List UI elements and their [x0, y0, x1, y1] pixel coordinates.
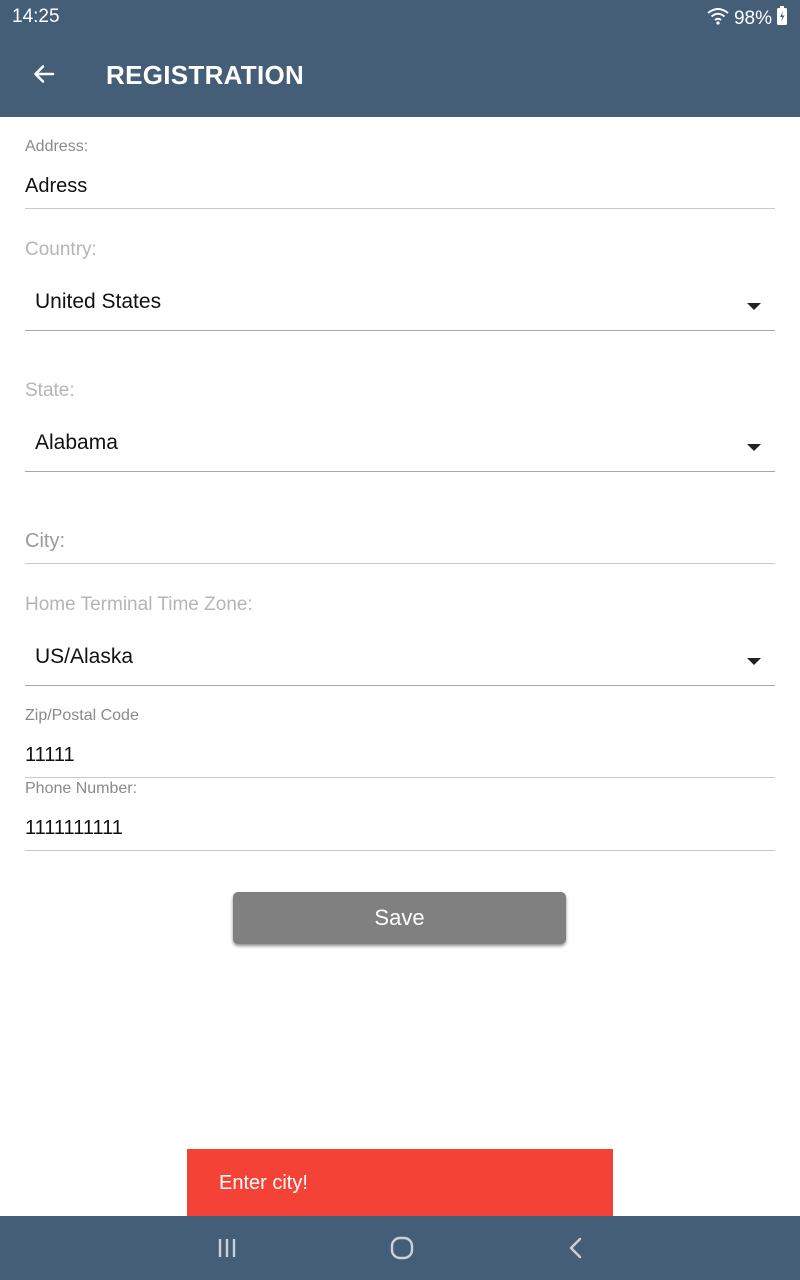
save-button[interactable]: Save — [233, 892, 566, 944]
recents-button[interactable] — [207, 1230, 247, 1270]
timezone-label: Home Terminal Time Zone: — [25, 594, 253, 615]
zip-label: Zip/Postal Code — [25, 707, 139, 724]
app-bar: REGISTRATION — [0, 34, 800, 117]
phone-value: 1111111111 — [25, 817, 123, 839]
country-label: Country: — [25, 239, 97, 260]
country-select[interactable]: United States — [25, 281, 775, 331]
nav-back-icon — [564, 1236, 588, 1265]
state-value: Alabama — [35, 431, 118, 454]
zip-field[interactable]: 11111 — [25, 744, 775, 778]
back-arrow-icon — [32, 62, 56, 91]
error-toast: Enter city! — [187, 1149, 613, 1217]
city-field[interactable]: City: — [25, 530, 775, 564]
status-bar: 14:25 98% — [0, 0, 800, 34]
country-value: United States — [35, 290, 162, 313]
address-field[interactable]: Adress — [25, 175, 775, 209]
caret-down-icon — [747, 303, 761, 310]
state-select[interactable]: Alabama — [25, 422, 775, 472]
timezone-select[interactable]: US/Alaska — [25, 636, 775, 686]
timezone-value: US/Alaska — [35, 645, 134, 668]
address-value: Adress — [25, 175, 88, 197]
wifi-icon — [706, 7, 730, 31]
nav-back-button[interactable] — [556, 1230, 596, 1270]
phone-label: Phone Number: — [25, 780, 138, 797]
phone-field[interactable]: 1111111111 — [25, 817, 775, 851]
system-nav-bar — [0, 1216, 800, 1280]
battery-icon — [776, 6, 788, 32]
zip-value: 11111 — [25, 744, 75, 766]
page-title: REGISTRATION — [106, 60, 305, 90]
status-time: 14:25 — [12, 6, 60, 27]
battery-percent: 98% — [733, 8, 772, 29]
home-icon — [389, 1235, 415, 1266]
back-button[interactable] — [22, 54, 66, 98]
state-label: State: — [25, 380, 75, 401]
address-label: Address: — [25, 138, 89, 155]
home-button[interactable] — [382, 1230, 422, 1270]
recents-icon — [215, 1236, 239, 1265]
city-placeholder: City: — [25, 530, 65, 552]
toast-message: Enter city! — [219, 1172, 308, 1194]
caret-down-icon — [747, 658, 761, 665]
caret-down-icon — [747, 444, 761, 451]
status-indicators: 98% — [706, 6, 788, 32]
